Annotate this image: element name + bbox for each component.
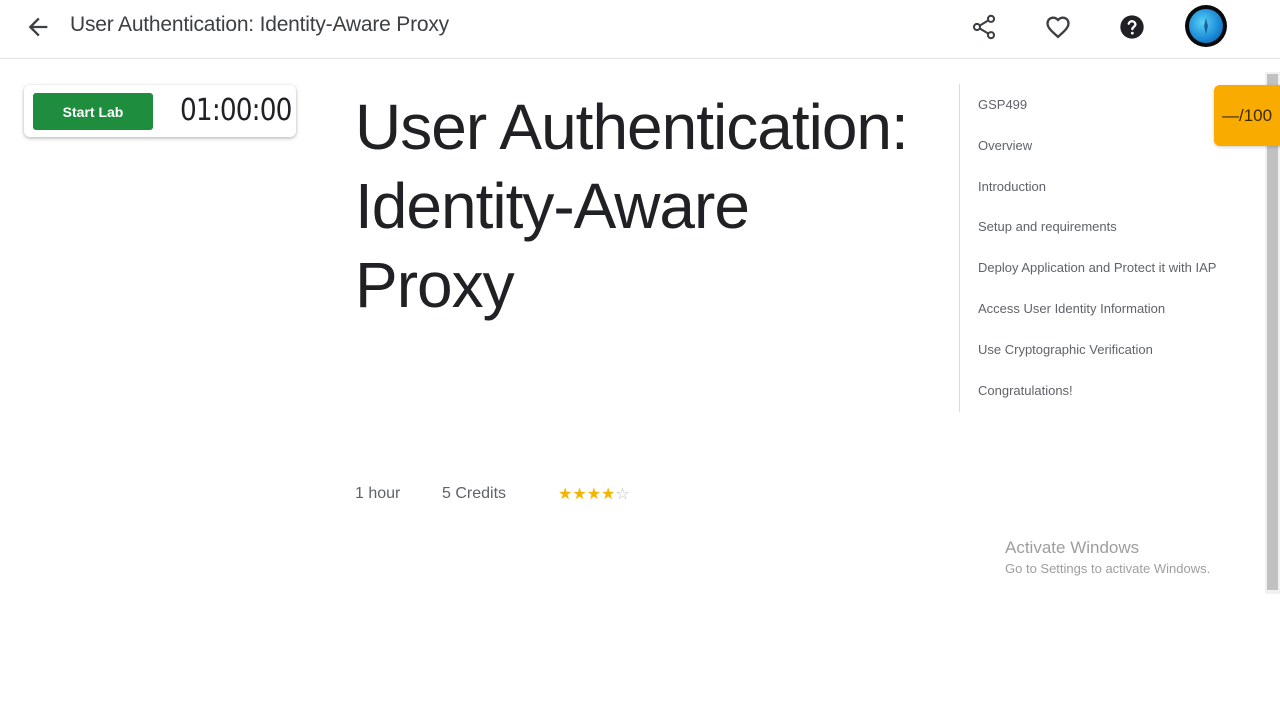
star-icon: ★ [601,486,616,503]
lab-duration: 1 hour [355,485,401,502]
top-app-bar: User Authentication: Identity-Aware Prox… [0,0,1280,59]
help-icon [1120,15,1144,39]
toc-item-crypto-verification[interactable]: Use Cryptographic Verification [978,342,1153,357]
scrollbar[interactable] [1265,72,1280,594]
toc-item-congratulations[interactable]: Congratulations! [978,383,1073,398]
score-badge[interactable]: —/100 [1214,85,1280,146]
lab-title: User Authentication: Identity-Aware Prox… [355,91,909,321]
toc-item-overview[interactable]: Overview [978,138,1032,153]
back-button[interactable] [24,13,52,41]
star-icon: ★ [572,486,587,503]
star-icon: ★ [558,486,573,503]
toc-item-deploy[interactable]: Deploy Application and Protect it with I… [978,260,1216,275]
favorite-button[interactable] [1044,13,1072,41]
activate-windows-watermark: Activate Windows Go to Settings to activ… [1005,538,1210,576]
toc-item-introduction[interactable]: Introduction [978,179,1046,194]
watermark-subtitle: Go to Settings to activate Windows. [1005,561,1211,576]
toc-item-access-identity[interactable]: Access User Identity Information [978,301,1165,316]
page-title: User Authentication: Identity-Aware Prox… [70,13,449,36]
avatar[interactable] [1185,5,1227,47]
avatar-figure-icon [1204,18,1208,34]
toc-item-gsp499[interactable]: GSP499 [978,97,1027,112]
lab-control-card: Start Lab 01:00:00 [24,85,296,137]
avatar-image [1189,9,1223,43]
toc-item-setup[interactable]: Setup and requirements [978,219,1117,234]
heart-icon [1046,16,1070,39]
rating-stars: ★★★★☆ [558,484,630,504]
help-button[interactable] [1118,13,1146,41]
lab-timer: 01:00:00 [180,93,292,128]
watermark-title: Activate Windows [1005,538,1140,557]
lab-credits: 5 Credits [442,485,507,502]
share-icon [972,14,996,40]
share-button[interactable] [970,13,998,41]
arrow-back-icon [28,17,48,37]
scrollbar-thumb[interactable] [1267,74,1278,590]
start-lab-button[interactable]: Start Lab [33,93,153,130]
star-icon: ★ [586,486,602,503]
star-outline-icon: ☆ [615,486,630,503]
